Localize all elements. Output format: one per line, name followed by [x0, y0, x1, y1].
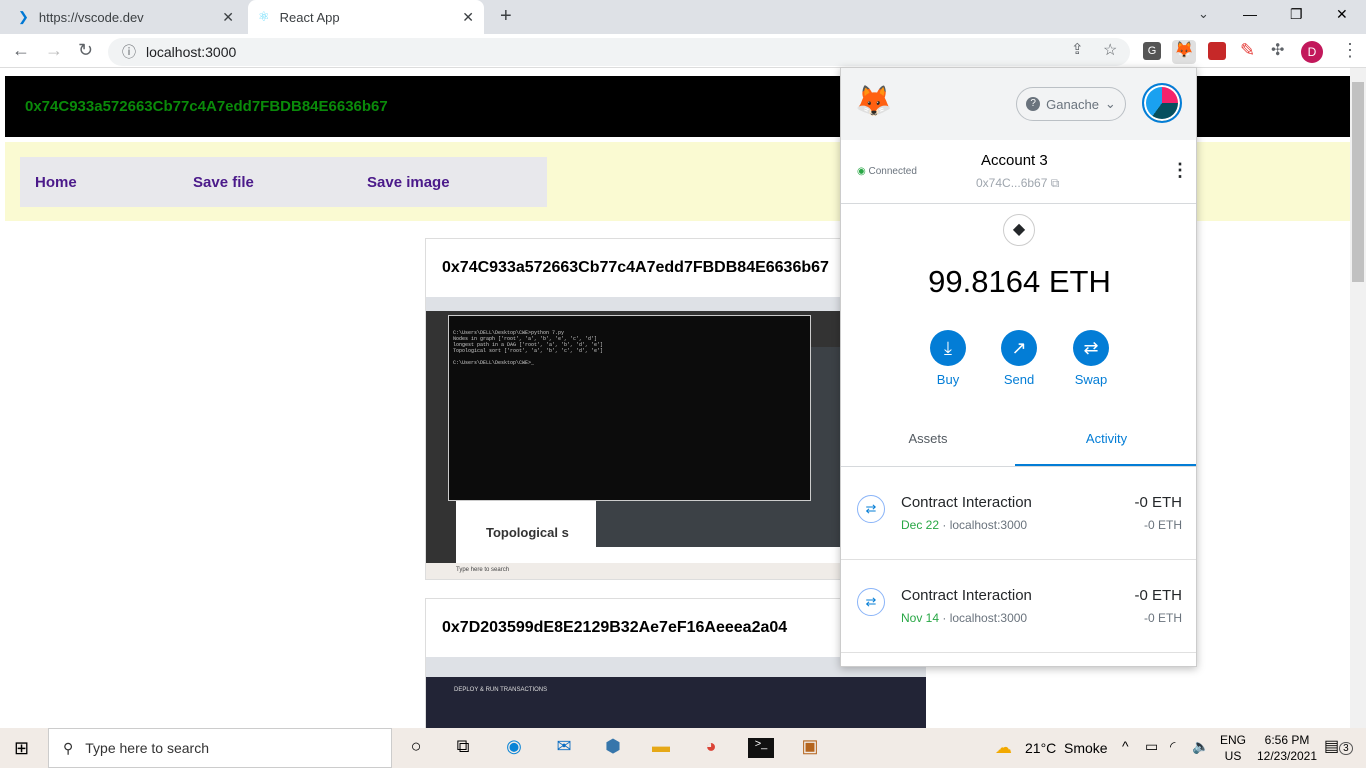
windows-start-icon[interactable]: ⊞: [14, 738, 29, 759]
extension-g-icon[interactable]: G: [1143, 42, 1161, 60]
clock[interactable]: 6:56 PM 12/23/2021: [1252, 732, 1322, 764]
weather-icon: ☁: [995, 738, 1012, 757]
contract-interaction-icon: ⇄: [857, 588, 885, 616]
terminal-window: C:\Users\DELL\Desktop\CWE>python 7.py Nod…: [448, 315, 811, 501]
download-icon: ⤓: [930, 330, 966, 366]
battery-icon[interactable]: ▭: [1145, 738, 1158, 755]
shot-heading: Topological s: [486, 525, 569, 540]
extension-red-icon[interactable]: [1208, 42, 1226, 60]
vscode-icon: ❯: [18, 9, 29, 24]
nav-home[interactable]: Home: [35, 174, 77, 191]
chrome-icon[interactable]: ◕: [698, 736, 724, 760]
tab-activity[interactable]: Activity: [1015, 431, 1196, 446]
transaction-item[interactable]: ⇄ Contract Interaction Dec 22 · localhos…: [841, 467, 1196, 560]
tab-title: https://vscode.dev: [38, 9, 144, 25]
nav-save-file[interactable]: Save file: [193, 174, 254, 191]
metamask-header: 🦊 ? Ganache ⌄: [841, 68, 1196, 140]
mail-icon[interactable]: ✉: [551, 736, 577, 760]
transaction-item[interactable]: ⇄ Contract Interaction Nov 14 · localhos…: [841, 560, 1196, 653]
metamask-fox-logo: 🦊: [855, 85, 893, 118]
contract-interaction-icon: ⇄: [857, 495, 885, 523]
nav-save-image[interactable]: Save image: [367, 174, 450, 191]
help-icon: ?: [1026, 97, 1041, 111]
minimize-button[interactable]: —: [1243, 6, 1257, 22]
scrollbar-thumb[interactable]: [1352, 82, 1364, 282]
react-icon: ⚛: [258, 9, 270, 24]
menu-icon[interactable]: ⋮: [1341, 40, 1359, 61]
package-icon[interactable]: ▣: [797, 736, 823, 760]
network-selector[interactable]: ? Ganache ⌄: [1016, 87, 1126, 121]
tab-search-icon[interactable]: ⌄: [1198, 6, 1209, 22]
buy-button[interactable]: ⤓ Buy: [912, 330, 984, 387]
pen-extension-icon[interactable]: ✎: [1240, 40, 1255, 61]
nav-menu: Home Save file Save image: [20, 157, 547, 207]
info-icon: ⓘ: [122, 44, 136, 60]
weather-temp[interactable]: 21°C: [1025, 740, 1056, 756]
python-icon[interactable]: ⬢: [600, 736, 626, 760]
ethereum-icon: ◆: [1003, 214, 1035, 246]
task-view-icon[interactable]: ⧉: [450, 736, 476, 760]
profile-avatar[interactable]: D: [1301, 41, 1323, 63]
search-icon: ⚲: [63, 739, 74, 756]
account-address[interactable]: 0x74C...6b67 ⧉: [976, 176, 1059, 191]
close-tab-icon[interactable]: ✕: [462, 9, 474, 26]
swap-icon: ⇄: [1073, 330, 1109, 366]
bookmark-star-icon[interactable]: ☆: [1103, 40, 1117, 60]
notifications-icon[interactable]: ▤ 3: [1324, 736, 1353, 756]
connected-dot-icon: ◉: [857, 166, 866, 177]
restore-button[interactable]: ❐: [1290, 6, 1303, 23]
reload-icon[interactable]: ↻: [78, 40, 93, 61]
close-window-button[interactable]: ✕: [1336, 6, 1348, 23]
back-icon[interactable]: ←: [12, 40, 30, 61]
taskbar-search[interactable]: ⚲ Type here to search: [48, 728, 392, 768]
tab-strip: ❯ https://vscode.dev ✕ ⚛ React App ✕ + ⌄ — ❐…: [0, 0, 1366, 34]
account-options-icon[interactable]: ⋮: [1171, 160, 1189, 181]
send-button[interactable]: ↗ Send: [983, 330, 1055, 387]
wifi-icon[interactable]: ◜: [1170, 738, 1175, 755]
share-icon[interactable]: ⇪: [1071, 40, 1084, 58]
metamask-popup: 🦊 ? Ganache ⌄ ◉ Connected Account 3 0x74C.…: [840, 67, 1197, 667]
new-tab-button[interactable]: +: [500, 5, 512, 28]
metamask-extension-icon[interactable]: 🦊: [1172, 40, 1196, 64]
swap-button[interactable]: ⇄ Swap: [1055, 330, 1127, 387]
balance: 99.8164 ETH: [928, 264, 1111, 299]
volume-icon[interactable]: 🔈: [1192, 738, 1209, 755]
edge-icon[interactable]: ◉: [501, 736, 527, 760]
account-avatar[interactable]: [1142, 83, 1182, 123]
tab-assets[interactable]: Assets: [841, 431, 1015, 446]
url-text: localhost:3000: [146, 44, 237, 60]
file-explorer-icon[interactable]: ▬: [648, 736, 674, 760]
connection-status[interactable]: ◉ Connected: [857, 166, 917, 177]
forward-icon[interactable]: →: [45, 40, 63, 61]
arrow-up-right-icon: ↗: [1001, 330, 1037, 366]
language-indicator[interactable]: ENG US: [1220, 732, 1246, 764]
weather-text[interactable]: Smoke: [1064, 740, 1108, 756]
terminal-icon[interactable]: >_: [748, 738, 774, 758]
extensions-puzzle-icon[interactable]: ✣: [1271, 40, 1284, 60]
cortana-icon[interactable]: ○: [403, 736, 429, 760]
tab-title: React App: [279, 9, 340, 25]
address-bar[interactable]: ⓘ localhost:3000: [108, 38, 1130, 66]
close-tab-icon[interactable]: ✕: [222, 9, 234, 26]
chevron-down-icon: ⌄: [1104, 96, 1116, 111]
copy-icon: ⧉: [1050, 176, 1060, 190]
tab-vscode[interactable]: ❯ https://vscode.dev ✕: [8, 0, 244, 34]
account-name[interactable]: Account 3: [981, 152, 1048, 169]
windows-taskbar: ⊞ ⚲ Type here to search ○ ⧉ ◉ ✉ ⬢ ▬ ◕ >_ …: [0, 728, 1366, 768]
tab-react-app[interactable]: ⚛ React App ✕: [248, 0, 484, 34]
uploaded-image: DEPLOY & RUN TRANSACTIONS: [426, 657, 926, 728]
show-hidden-icons[interactable]: ^: [1122, 738, 1129, 754]
